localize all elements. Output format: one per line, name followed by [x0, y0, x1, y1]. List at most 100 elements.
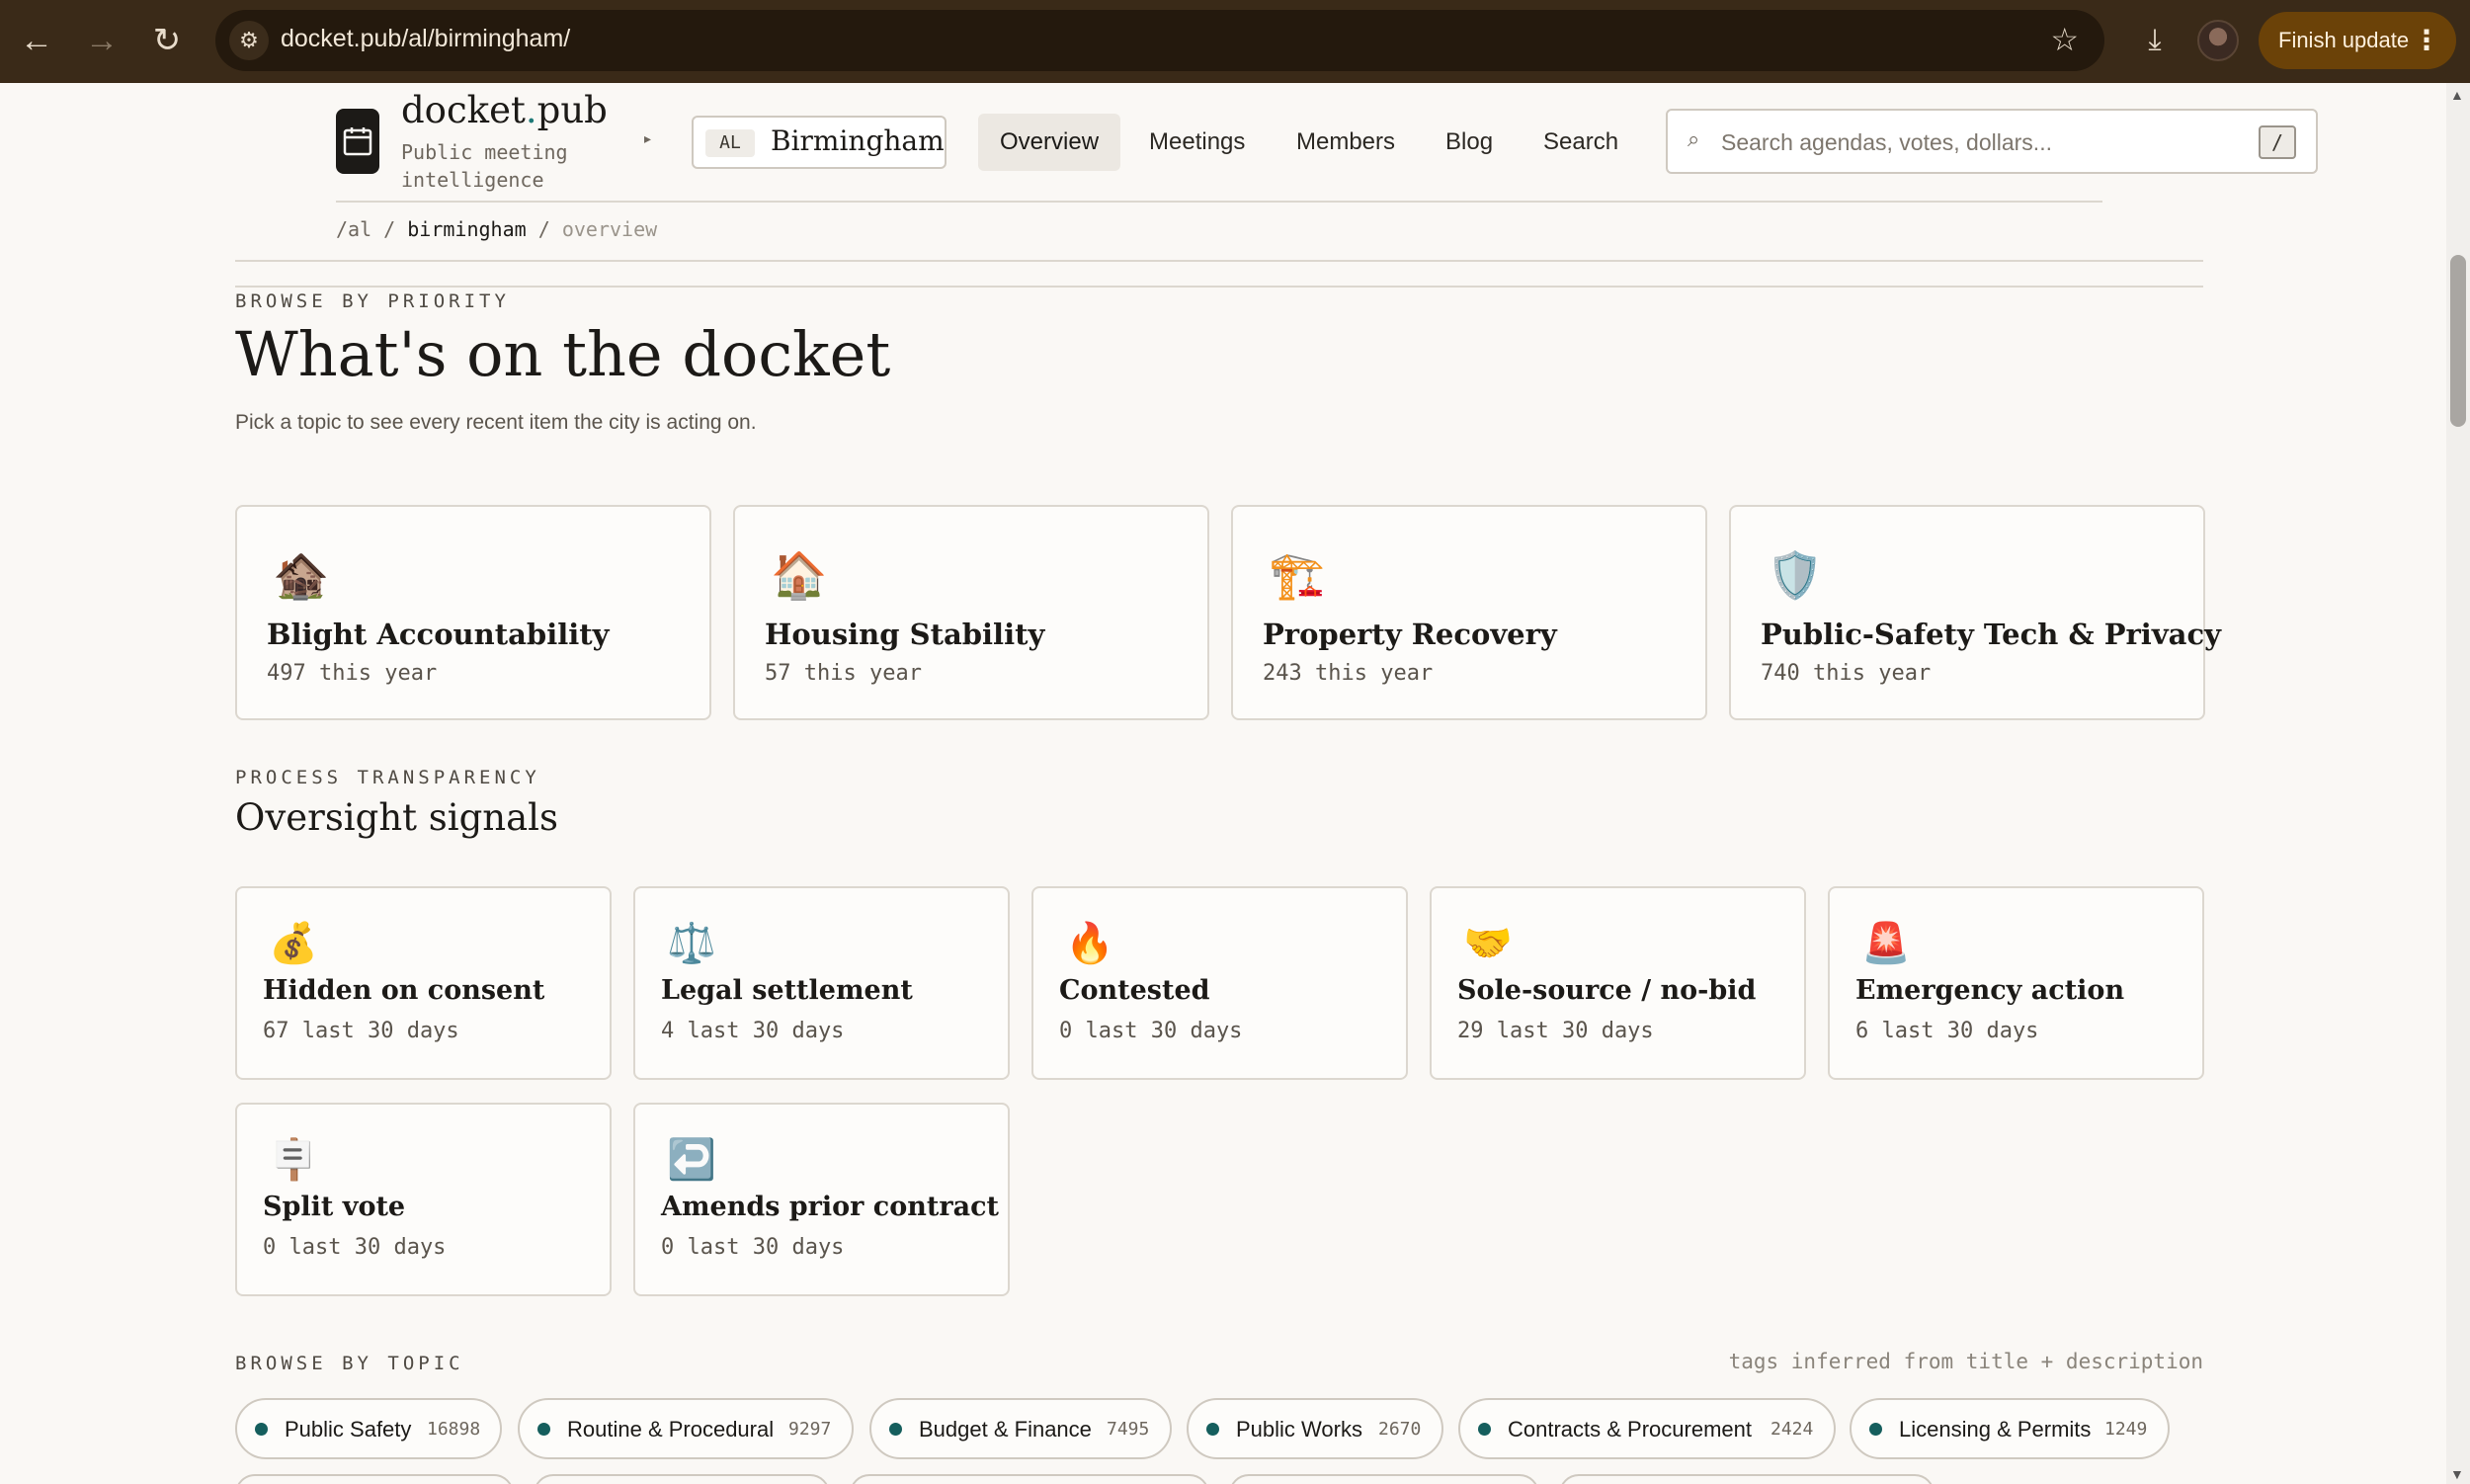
nav-tab-meetings[interactable]: Meetings: [1127, 114, 1267, 171]
topic-chip-public-works[interactable]: Public Works 2670: [1187, 1398, 1443, 1459]
search-input[interactable]: [1721, 123, 2235, 162]
handshake-icon: 🤝: [1463, 921, 1513, 966]
topic-chip-offscreen[interactable]: [1559, 1474, 1935, 1484]
topic-chip-licensing[interactable]: Licensing & Permits 1249: [1850, 1398, 2170, 1459]
header-divider: [336, 201, 2102, 203]
card-title: Blight Accountability: [267, 618, 610, 651]
back-arrow-icon[interactable]: ←: [14, 18, 59, 63]
card-count: 0 last 30 days: [661, 1235, 845, 1260]
search-icon: ⌕: [1688, 126, 1700, 151]
topic-count: 2424: [1770, 1419, 1814, 1440]
return-arrow-icon: ↩️: [667, 1137, 716, 1183]
topic-chip-budget[interactable]: Budget & Finance 7495: [869, 1398, 1172, 1459]
site-search[interactable]: ⌕ /: [1666, 109, 2318, 174]
priority-eyebrow: BROWSE BY PRIORITY: [235, 290, 510, 312]
profile-avatar[interactable]: [2197, 20, 2239, 61]
brand-dot: .: [525, 89, 537, 131]
caret-right-icon: ▸: [644, 130, 652, 146]
signal-card-amends-contract[interactable]: ↩️ Amends prior contract 0 last 30 days: [633, 1103, 1010, 1296]
signal-card-hidden-consent[interactable]: 💰 Hidden on consent 67 last 30 days: [235, 886, 612, 1080]
brand-suffix: pub: [536, 89, 608, 131]
priority-card-housing[interactable]: 🏠 Housing Stability 57 this year: [733, 505, 1209, 720]
calendar-logo-icon[interactable]: [336, 109, 379, 174]
topics-note: tags inferred from title + description: [1728, 1350, 2203, 1373]
signal-card-sole-source[interactable]: 🤝 Sole-source / no-bid 29 last 30 days: [1430, 886, 1806, 1080]
placard-icon: 🪧: [269, 1137, 318, 1183]
topic-chip-public-safety[interactable]: Public Safety 16898: [235, 1398, 502, 1459]
scrollbar-thumb[interactable]: [2450, 255, 2466, 427]
scroll-up-icon[interactable]: ▲: [2450, 87, 2464, 103]
bookmark-star-icon[interactable]: ☆: [2050, 20, 2079, 59]
city-selector[interactable]: AL Birmingham: [692, 116, 947, 169]
site-settings-icon[interactable]: ⚙: [229, 21, 269, 60]
site-brand[interactable]: docket.pub: [401, 89, 608, 131]
scales-icon: ⚖️: [667, 921, 716, 966]
topic-chip-offscreen[interactable]: [235, 1474, 514, 1484]
card-title: Public-Safety Tech & Privacy: [1761, 618, 2221, 651]
topic-name: Contracts & Procurement: [1508, 1417, 1752, 1442]
topic-chip-offscreen[interactable]: [534, 1474, 830, 1484]
signal-card-contested[interactable]: 🔥 Contested 0 last 30 days: [1031, 886, 1408, 1080]
topic-dot: [889, 1423, 902, 1436]
signal-card-legal-settlement[interactable]: ⚖️ Legal settlement 4 last 30 days: [633, 886, 1010, 1080]
card-count: 4 last 30 days: [661, 1019, 845, 1043]
card-count: 0 last 30 days: [263, 1235, 447, 1260]
construction-crane-icon: 🏗️: [1269, 548, 1326, 602]
topic-count: 7495: [1107, 1419, 1150, 1440]
nav-tab-blog[interactable]: Blog: [1424, 114, 1515, 171]
page-title: What's on the docket: [235, 318, 891, 390]
breadcrumb-city[interactable]: birmingham: [407, 217, 526, 241]
card-title: Legal settlement: [661, 975, 913, 1006]
section-divider: [235, 286, 2203, 288]
topic-name: Routine & Procedural: [567, 1417, 775, 1442]
priority-card-blight[interactable]: 🏚️ Blight Accountability 497 this year: [235, 505, 711, 720]
finish-update-button[interactable]: Finish update ⋮: [2259, 12, 2456, 69]
oversight-heading: Oversight signals: [235, 796, 559, 839]
nav-tab-overview[interactable]: Overview: [978, 114, 1121, 171]
card-count: 0 last 30 days: [1059, 1019, 1243, 1043]
breadcrumb-separator: /: [537, 217, 550, 241]
breadcrumb-page: overview: [561, 217, 658, 241]
reload-icon[interactable]: ↻: [144, 18, 190, 63]
priority-card-property[interactable]: 🏗️ Property Recovery 243 this year: [1231, 505, 1707, 720]
state-badge: AL: [705, 129, 755, 157]
city-name: Birmingham: [771, 124, 945, 157]
breadcrumb-separator: /: [383, 217, 396, 241]
card-count: 6 last 30 days: [1855, 1019, 2039, 1043]
topic-dot: [1206, 1423, 1219, 1436]
scroll-down-icon[interactable]: ▼: [2450, 1466, 2464, 1482]
derelict-house-icon: 🏚️: [273, 548, 330, 602]
kebab-menu-icon[interactable]: ⋮: [2413, 12, 2440, 69]
finish-update-label: Finish update: [2278, 28, 2410, 52]
nav-tab-search[interactable]: Search: [1522, 114, 1640, 171]
oversight-eyebrow: PROCESS TRANSPARENCY: [235, 767, 540, 788]
card-title: Amends prior contract: [661, 1192, 999, 1222]
brand-prefix: docket: [401, 89, 526, 131]
topic-dot: [255, 1423, 268, 1436]
card-title: Emergency action: [1855, 975, 2125, 1006]
card-count: 740 this year: [1761, 661, 1932, 686]
priority-card-safety-tech[interactable]: 🛡️ Public-Safety Tech & Privacy 740 this…: [1729, 505, 2221, 720]
breadcrumb-state[interactable]: /al: [336, 217, 371, 241]
nav-tab-members[interactable]: Members: [1275, 114, 1417, 171]
fire-icon: 🔥: [1065, 921, 1114, 966]
card-title: Sole-source / no-bid: [1457, 975, 1757, 1006]
topic-name: Public Safety: [285, 1417, 412, 1442]
download-icon[interactable]: ⤓: [2132, 18, 2178, 63]
card-title: Housing Stability: [765, 618, 1045, 651]
topic-chip-offscreen[interactable]: [1229, 1474, 1539, 1484]
signal-card-split-vote[interactable]: 🪧 Split vote 0 last 30 days: [235, 1103, 612, 1296]
card-count: 57 this year: [765, 661, 922, 686]
address-bar[interactable]: ⚙ docket.pub/al/birmingham/ ☆: [215, 10, 2104, 71]
topic-chip-contracts[interactable]: Contracts & Procurement 2424: [1458, 1398, 1836, 1459]
card-title: Contested: [1059, 975, 1210, 1006]
topics-eyebrow: BROWSE BY TOPIC: [235, 1353, 464, 1374]
forward-arrow-icon[interactable]: →: [79, 18, 124, 63]
url-text[interactable]: docket.pub/al/birmingham/: [281, 25, 570, 53]
page-subtitle: Pick a topic to see every recent item th…: [235, 411, 757, 434]
topic-chip-offscreen[interactable]: [850, 1474, 1209, 1484]
signal-card-emergency[interactable]: 🚨 Emergency action 6 last 30 days: [1828, 886, 2204, 1080]
topic-count: 16898: [427, 1419, 481, 1440]
topic-chip-routine[interactable]: Routine & Procedural 9297: [518, 1398, 854, 1459]
card-title: Split vote: [263, 1192, 406, 1222]
